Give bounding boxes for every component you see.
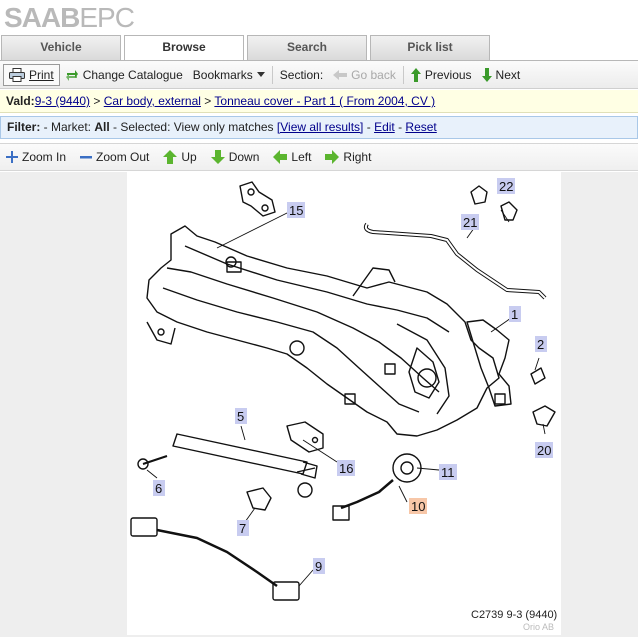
arrow-left-icon [273, 150, 288, 164]
callout-21-text: 21 [463, 215, 477, 230]
breadcrumb: Vald:9-3 (9440) > Car body, external > T… [0, 90, 638, 113]
filter-selected-value: View only matches [173, 120, 277, 134]
breadcrumb-label: Vald: [6, 94, 35, 108]
breadcrumb-separator: > [200, 94, 215, 108]
zoom-out-label: Zoom Out [96, 150, 150, 164]
filter-dash: - [363, 120, 375, 134]
pan-left-label: Left [291, 150, 312, 164]
filter-dash: - [394, 120, 406, 134]
filter-reset-link[interactable]: Reset [405, 120, 436, 134]
refresh-icon [65, 69, 78, 81]
parts-diagram[interactable]: 15 22 21 1 2 20 5 16 11 6 10 7 9 C2739 9… [127, 172, 561, 635]
callout-15-text: 15 [289, 203, 303, 218]
go-back-button[interactable]: Go back [328, 64, 401, 86]
main-tabs: Vehicle Browse Search Pick list [0, 35, 638, 61]
print-label: Print [29, 67, 54, 82]
bookmarks-menu[interactable]: Bookmarks [188, 64, 270, 86]
callout-10-text: 10 [411, 499, 425, 514]
zoom-toolbar: Zoom In Zoom Out Up Down Left Right [0, 143, 638, 171]
saab-epc-logo: SAAB EPC [4, 2, 135, 33]
parts-drawing: 15 22 21 1 2 20 5 16 11 6 10 7 9 C2739 9… [130, 178, 557, 632]
minus-icon [80, 156, 93, 159]
pan-down-label: Down [228, 150, 260, 164]
tab-browse[interactable]: Browse [124, 35, 244, 61]
breadcrumb-model-link[interactable]: 9-3 (9440) [35, 94, 90, 108]
arrow-right-icon [325, 150, 340, 164]
printer-icon [9, 67, 25, 82]
chevron-down-icon [256, 71, 265, 77]
breadcrumb-group-link[interactable]: Car body, external [104, 94, 201, 108]
arrow-up-icon [163, 150, 178, 164]
section-label: Section: [279, 67, 324, 82]
change-catalogue-label: Change Catalogue [82, 67, 183, 82]
filter-selected-prefix: - Selected: [109, 120, 174, 134]
callout-5-text: 5 [237, 409, 244, 424]
callout-1-text: 1 [511, 307, 518, 322]
pan-up-button[interactable]: Up [163, 150, 197, 164]
pan-up-label: Up [181, 150, 197, 164]
callout-20-text: 20 [537, 443, 551, 458]
breadcrumb-separator: > [90, 94, 104, 108]
arrow-down-icon [481, 67, 492, 82]
zoom-in-button[interactable]: Zoom In [6, 150, 66, 164]
logo-saab: SAAB [4, 2, 80, 33]
filter-market-value: All [94, 120, 110, 134]
zoom-in-label: Zoom In [22, 150, 67, 164]
pan-right-label: Right [343, 150, 372, 164]
breadcrumb-section-link[interactable]: Tonneau cover - Part 1 ( From 2004, CV ) [214, 94, 435, 108]
go-back-label: Go back [351, 67, 396, 82]
zoom-out-button[interactable]: Zoom Out [80, 150, 149, 164]
callout-22-text: 22 [499, 179, 513, 194]
tab-pick-list[interactable]: Pick list [370, 35, 490, 60]
filter-market-prefix: - Market: [40, 120, 95, 134]
plus-icon [6, 151, 18, 163]
previous-label: Previous [424, 67, 472, 82]
diagram-watermark: Orio AB [523, 622, 554, 632]
filter-edit-link[interactable]: Edit [374, 120, 395, 134]
arrow-left-icon [333, 69, 348, 80]
previous-button[interactable]: Previous [406, 64, 477, 86]
callout-11-text: 11 [441, 465, 455, 480]
change-catalogue-button[interactable]: Change Catalogue [60, 64, 188, 86]
arrow-up-icon [410, 67, 421, 82]
pan-right-button[interactable]: Right [325, 150, 371, 164]
filter-bar: Filter: - Market: All - Selected: View o… [0, 116, 638, 139]
print-button[interactable]: Print [3, 63, 60, 86]
callout-9-text: 9 [315, 559, 322, 574]
callout-7-text: 7 [239, 521, 246, 536]
filter-label: Filter: [7, 120, 41, 134]
callout-6-text: 6 [155, 481, 162, 496]
diagram-viewer: 15 22 21 1 2 20 5 16 11 6 10 7 9 C2739 9… [0, 172, 638, 637]
toolbar-divider [271, 65, 273, 84]
view-all-results-link[interactable]: [View all results] [277, 120, 363, 134]
bookmarks-label: Bookmarks [192, 67, 253, 82]
callout-16-text: 16 [339, 461, 353, 476]
diagram-code: C2739 9-3 (9440) [471, 609, 557, 621]
tab-vehicle[interactable]: Vehicle [1, 35, 121, 60]
tab-search[interactable]: Search [247, 35, 367, 60]
arrow-down-icon [210, 150, 225, 164]
callout-2-text: 2 [537, 337, 544, 352]
toolbar: Print Change Catalogue Bookmarks Section… [0, 60, 638, 89]
pan-left-button[interactable]: Left [273, 150, 311, 164]
next-label: Next [495, 67, 521, 82]
toolbar-divider [402, 65, 404, 84]
next-button[interactable]: Next [477, 64, 526, 86]
logo-epc: EPC [79, 2, 135, 33]
pan-down-button[interactable]: Down [210, 150, 260, 164]
